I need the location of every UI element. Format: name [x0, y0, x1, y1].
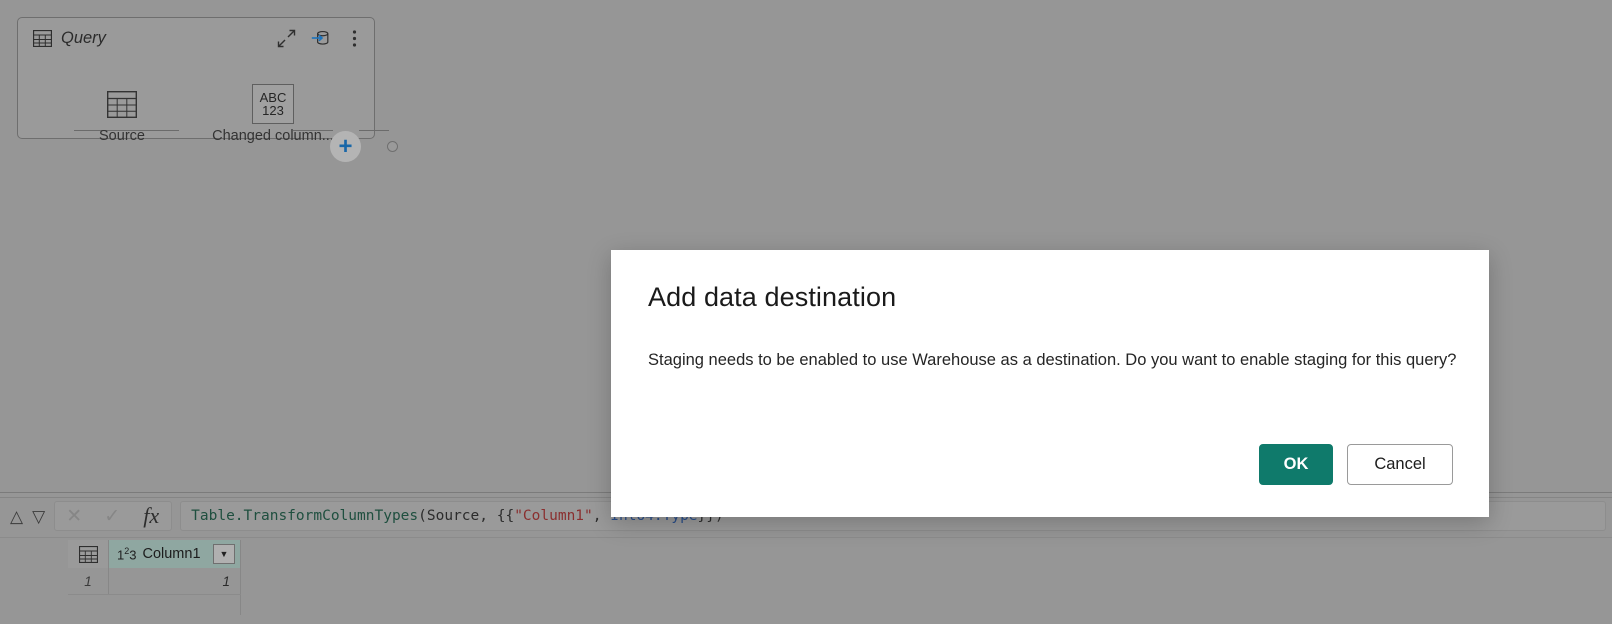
table-icon — [32, 28, 52, 48]
query-diagram-card: Query Source ABC 123 Changed column... + — [17, 17, 398, 162]
query-step-label: Source — [99, 128, 145, 144]
plus-icon: + — [338, 132, 353, 160]
table-row-partial[interactable] — [68, 595, 241, 615]
connector-endpoint-icon[interactable] — [387, 141, 398, 152]
grid-column-header-label: Column1 — [142, 546, 201, 562]
formula-step-nav: △ ▽ — [6, 508, 54, 525]
whole-number-icon: 123 — [117, 545, 137, 563]
formula-token: , {{ — [479, 508, 515, 524]
formula-token: ( — [418, 508, 427, 524]
dialog-title: Add data destination — [648, 282, 897, 312]
row-number: 1 — [68, 568, 109, 594]
query-step-source[interactable]: Source — [52, 82, 192, 144]
table-cell[interactable]: 1 — [109, 568, 241, 594]
ok-button[interactable]: OK — [1259, 444, 1333, 485]
formula-token: , — [592, 508, 611, 524]
query-step-label: Changed column... — [212, 128, 334, 144]
data-preview-grid: 123 Column1 ▼ 1 1 — [0, 537, 1612, 624]
data-destination-icon[interactable] — [310, 28, 330, 48]
formula-controls: ✕ ✓ fx — [54, 501, 173, 531]
fx-icon[interactable]: fx — [131, 502, 171, 530]
chevron-down-icon[interactable]: ▽ — [32, 508, 45, 525]
query-title-group: Query — [32, 28, 276, 48]
query-header-actions — [276, 28, 364, 48]
add-data-destination-dialog: Add data destination Staging needs to be… — [611, 250, 1489, 517]
query-steps-row: Source ABC 123 Changed column... + — [18, 60, 398, 162]
grid-column-header-column1[interactable]: 123 Column1 ▼ — [109, 540, 241, 568]
cancel-button[interactable]: Cancel — [1347, 444, 1453, 485]
dialog-message: Staging needs to be enabled to use Wareh… — [648, 351, 1457, 369]
123-text: 123 — [262, 103, 284, 118]
query-card-header: Query — [18, 18, 374, 58]
step-connector-3 — [359, 130, 389, 131]
formula-token: Table.TransformColumnTypes — [191, 508, 419, 524]
column-filter-dropdown-icon[interactable]: ▼ — [213, 544, 235, 564]
select-all-table-icon[interactable] — [68, 540, 109, 568]
formula-token: Source — [426, 508, 480, 524]
more-options-icon[interactable] — [344, 28, 364, 48]
query-title: Query — [61, 28, 106, 47]
table-row[interactable]: 1 1 — [68, 568, 241, 595]
dialog-actions: OK Cancel — [1259, 444, 1453, 485]
formula-token: "Column1" — [514, 508, 593, 524]
table-icon — [52, 82, 192, 126]
abc-123-icon: ABC 123 — [203, 82, 343, 126]
grid-header-row: 123 Column1 ▼ — [68, 540, 241, 568]
add-step-button[interactable]: + — [330, 131, 361, 162]
grid-top-border — [0, 537, 1612, 538]
chevron-up-icon[interactable]: △ — [10, 508, 23, 525]
collapse-icon[interactable] — [276, 28, 296, 48]
close-icon[interactable]: ✕ — [55, 502, 93, 530]
checkmark-icon[interactable]: ✓ — [93, 502, 131, 530]
query-step-changed-column[interactable]: ABC 123 Changed column... — [203, 82, 343, 144]
abc-text: ABC — [259, 89, 287, 105]
